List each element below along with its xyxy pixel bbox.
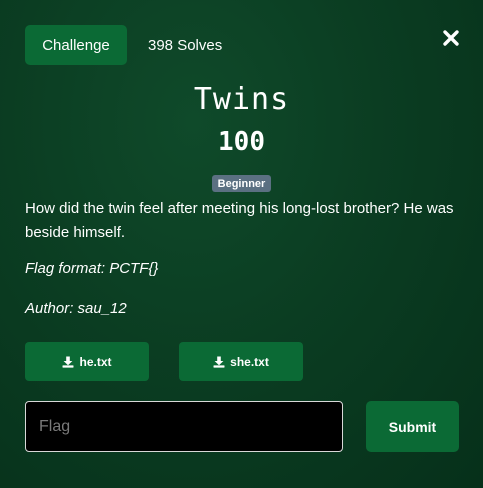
- close-icon: [440, 27, 462, 49]
- challenge-author: Author: sau_12: [25, 300, 127, 317]
- download-icon: [213, 356, 225, 368]
- flag-input[interactable]: [25, 401, 343, 452]
- submit-button[interactable]: Submit: [366, 401, 459, 452]
- tab-solves-label: 398 Solves: [148, 36, 223, 54]
- tab-solves[interactable]: 398 Solves: [148, 25, 222, 65]
- tab-challenge[interactable]: Challenge: [25, 25, 127, 65]
- download-he-txt-button[interactable]: he.txt: [25, 342, 149, 381]
- challenge-title: Twins: [193, 82, 290, 117]
- file-label: he.txt: [79, 354, 112, 369]
- close-button[interactable]: [440, 27, 462, 49]
- flag-format: Flag format: PCTF{}: [25, 260, 159, 277]
- challenge-description: How did the twin feel after meeting his …: [25, 200, 454, 241]
- challenge-points: 100: [218, 127, 265, 157]
- difficulty-badge: Beginner: [212, 175, 271, 192]
- download-icon: [62, 356, 74, 368]
- tab-challenge-label: Challenge: [42, 36, 110, 54]
- file-label: she.txt: [230, 354, 269, 369]
- download-she-txt-button[interactable]: she.txt: [179, 342, 303, 381]
- challenge-modal: Challenge 398 Solves Twins 100 Beginner …: [0, 0, 483, 488]
